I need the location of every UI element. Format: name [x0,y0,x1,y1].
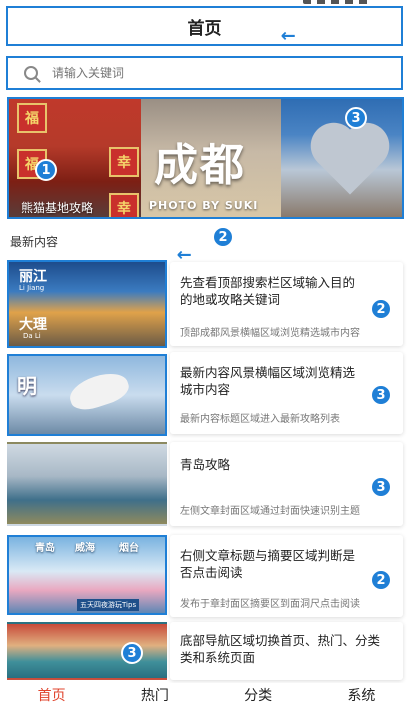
search-icon [24,66,38,80]
fu-sign: 福 [17,103,47,133]
step-badge: 2 [370,569,392,591]
article-thumbnail[interactable] [7,442,167,526]
search-bar[interactable] [6,56,403,90]
page-title-bar: 首页 [6,6,403,46]
tab-hot[interactable]: 热门 [141,685,169,705]
article-title[interactable]: 最新内容风景横幅区域浏览精选城市内容 [180,364,365,398]
step-badge: 3 [345,107,367,129]
thumb-label: 威海 [75,543,95,554]
step-badge: 3 [121,642,143,664]
article-thumbnail[interactable]: 丽江 Li Jiang 大理 Da Li [7,260,167,348]
article-summary: 左侧文章封面区域通过封面快速识别主题 [180,506,360,517]
step-badge: 1 [35,159,57,181]
article-summary: 顶部成都风景横幅区域浏览精选城市内容 [180,328,360,339]
article-card[interactable]: 最新内容风景横幅区域浏览精选城市内容 最新内容标题区域进入最新攻略列表 3 [170,352,403,434]
thumb-label: 烟台 [119,543,139,554]
article-thumbnail[interactable]: 明 [7,354,167,436]
step-badge: 2 [212,226,234,248]
step-badge: 3 [370,384,392,406]
featured-banner[interactable]: 福 福 幸 幸 成都 PHOTO BY SUKI 熊猫基地攻略 1 3 [7,97,404,219]
article-thumbnail[interactable]: 3 [7,622,167,680]
article-card[interactable]: 右侧文章标题与摘要区域判断是否点击阅读 发布于章封面区摘要区到面洞尺点击阅读 2 [170,535,403,617]
seagull-shape [65,367,133,415]
article-card[interactable]: 先查看顶部搜索栏区域输入目的的地或攻略关键词 顶部成都风景横幅区域浏览精选城市内… [170,262,403,346]
article-summary: 最新内容标题区域进入最新攻略列表 [180,414,340,425]
article-card[interactable]: 青岛攻略 左侧文章封面区域通过封面快速识别主题 3 [170,442,403,526]
status-icons [303,0,373,4]
thumb-label: 明 [17,374,37,398]
page-title: 首页 [187,18,222,39]
article-card[interactable]: 底部导航区域切换首页、热门、分类类和系统页面 [170,622,403,680]
thumb-label: 五天四夜游玩Tips [77,599,140,611]
bottom-tab-bar: 首页 热门 分类 系统 [0,683,413,706]
tab-home[interactable]: 首页 [38,685,66,705]
thumb-label: Li Jiang [19,284,45,292]
article-summary: 发布于章封面区摘要区到面洞尺点击阅读 [180,599,360,610]
tab-system[interactable]: 系统 [347,685,375,705]
fu-sign: 幸 [109,193,139,217]
tab-category[interactable]: 分类 [244,685,272,705]
banner-photo-credit: PHOTO BY SUKI [149,199,259,212]
banner-city: 成都 [154,140,246,191]
search-input[interactable] [50,65,354,81]
section-title[interactable]: 最新内容 [10,233,58,250]
banner-caption: 熊猫基地攻略 [21,201,94,215]
article-title[interactable]: 底部导航区域切换首页、热门、分类类和系统页面 [180,632,390,666]
article-title[interactable]: 青岛攻略 [180,456,365,473]
fu-sign: 幸 [109,147,139,177]
article-title[interactable]: 先查看顶部搜索栏区域输入目的的地或攻略关键词 [180,274,365,308]
step-badge: 2 [370,298,392,320]
thumb-label: 丽江 [19,269,47,285]
thumb-label: 青岛 [35,543,55,554]
article-title[interactable]: 右侧文章标题与摘要区域判断是否点击阅读 [180,547,365,581]
thumb-label: Da Li [23,332,41,340]
step-badge: 3 [370,476,392,498]
article-thumbnail[interactable]: 青岛 威海 烟台 五天四夜游玩Tips [7,535,167,615]
thumb-label: 大理 [19,317,47,333]
